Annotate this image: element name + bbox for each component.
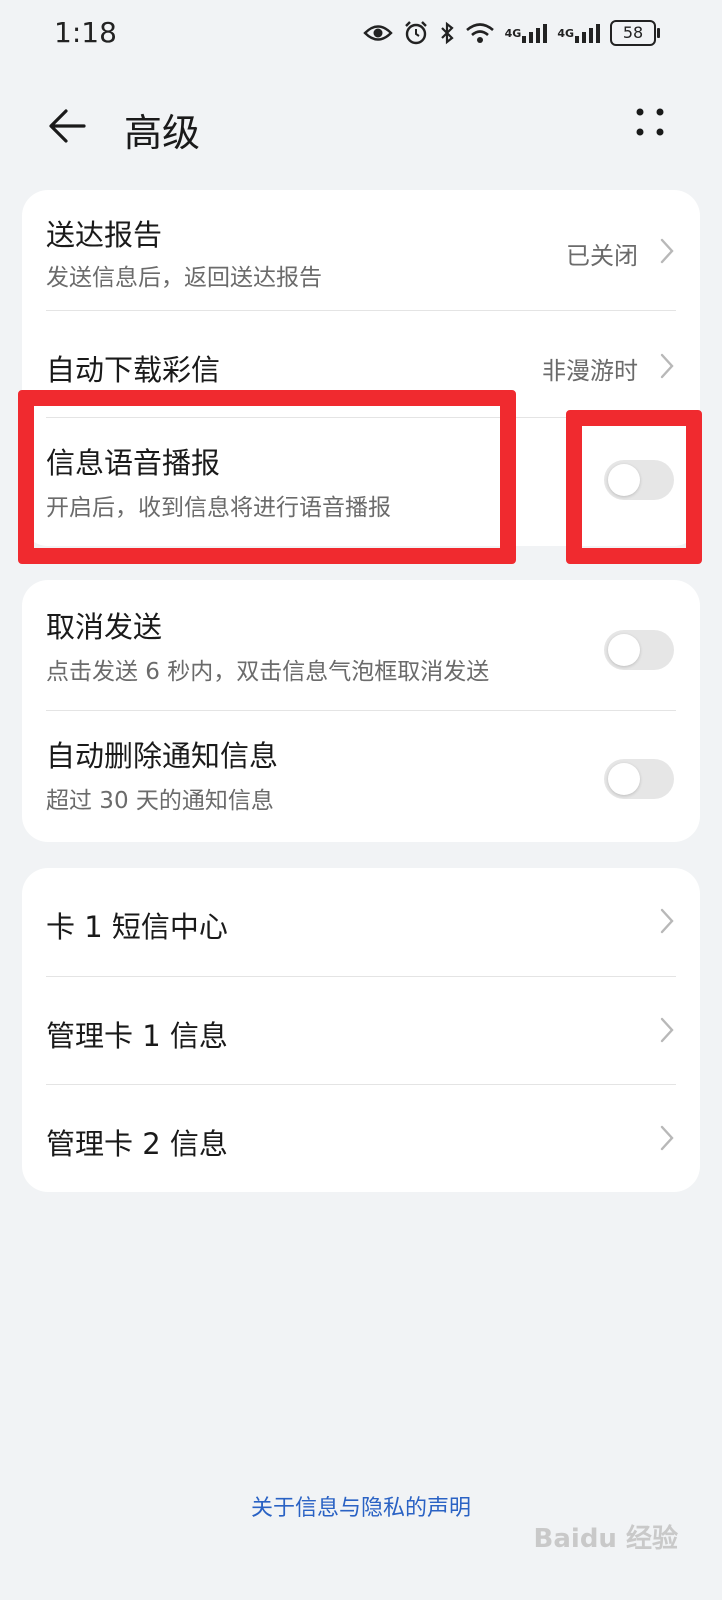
more-icon bbox=[636, 108, 664, 136]
cancel-send-subtitle: 点击发送 6 秒内，双击信息气泡框取消发送 bbox=[46, 659, 490, 685]
auto-delete-notifications-row[interactable]: 自动删除通知信息 超过 30 天的通知信息 bbox=[22, 711, 700, 842]
toggle-knob bbox=[608, 634, 640, 666]
status-icons: 4G 4G 58 bbox=[362, 20, 660, 46]
arrow-left-icon bbox=[49, 109, 86, 143]
status-bar: 1:18 4G 4G 58 bbox=[0, 0, 722, 72]
baidu-watermark: Baidu 经验 bbox=[533, 1524, 678, 1554]
eye-icon bbox=[362, 22, 393, 44]
wifi-icon bbox=[465, 21, 495, 45]
highlight-box-voice-broadcast bbox=[18, 390, 516, 564]
chevron-right-icon bbox=[660, 238, 674, 264]
manage-sim2-messages-row[interactable]: 管理卡 2 信息 bbox=[22, 1085, 700, 1192]
chevron-right-icon bbox=[660, 1125, 674, 1151]
manage-sim2-messages-title: 管理卡 2 信息 bbox=[46, 1127, 228, 1161]
signal-icon: 4G bbox=[557, 22, 600, 44]
alarm-icon bbox=[403, 20, 429, 46]
chevron-right-icon bbox=[660, 353, 674, 379]
page-title: 高级 bbox=[124, 111, 201, 155]
auto-delete-notifications-subtitle: 超过 30 天的通知信息 bbox=[46, 788, 274, 814]
auto-delete-notifications-title: 自动删除通知信息 bbox=[46, 739, 279, 773]
delivery-report-title: 送达报告 bbox=[46, 218, 163, 252]
more-options-button[interactable] bbox=[632, 104, 668, 140]
settings-group-3: 卡 1 短信中心 管理卡 1 信息 管理卡 2 信息 bbox=[22, 868, 700, 1192]
cancel-send-title: 取消发送 bbox=[46, 610, 163, 644]
settings-group-2: 取消发送 点击发送 6 秒内，双击信息气泡框取消发送 自动删除通知信息 超过 3… bbox=[22, 580, 700, 842]
sim1-sms-center-row[interactable]: 卡 1 短信中心 bbox=[22, 868, 700, 976]
app-bar: 高级 bbox=[0, 84, 722, 164]
status-time: 1:18 bbox=[54, 16, 117, 49]
auto-download-mms-value: 非漫游时 bbox=[542, 357, 638, 385]
bluetooth-icon bbox=[439, 21, 455, 45]
battery-icon: 58 bbox=[610, 20, 660, 46]
delivery-report-value: 已关闭 bbox=[566, 242, 638, 270]
auto-download-mms-title: 自动下载彩信 bbox=[46, 353, 221, 387]
sim1-sms-center-title: 卡 1 短信中心 bbox=[46, 910, 228, 944]
battery-level: 58 bbox=[610, 20, 660, 46]
manage-sim1-messages-row[interactable]: 管理卡 1 信息 bbox=[22, 977, 700, 1084]
highlight-box-toggle bbox=[566, 410, 702, 564]
manage-sim1-messages-title: 管理卡 1 信息 bbox=[46, 1019, 228, 1053]
signal-icon: 4G bbox=[505, 22, 548, 44]
auto-delete-notifications-toggle[interactable] bbox=[604, 759, 674, 799]
delivery-report-row[interactable]: 送达报告 发送信息后，返回送达报告 已关闭 bbox=[22, 190, 700, 310]
cancel-send-row[interactable]: 取消发送 点击发送 6 秒内，双击信息气泡框取消发送 bbox=[22, 580, 700, 710]
chevron-right-icon bbox=[660, 1017, 674, 1043]
chevron-right-icon bbox=[660, 908, 674, 934]
delivery-report-subtitle: 发送信息后，返回送达报告 bbox=[46, 265, 322, 291]
toggle-knob bbox=[608, 763, 640, 795]
cancel-send-toggle[interactable] bbox=[604, 630, 674, 670]
back-button[interactable] bbox=[44, 102, 92, 150]
